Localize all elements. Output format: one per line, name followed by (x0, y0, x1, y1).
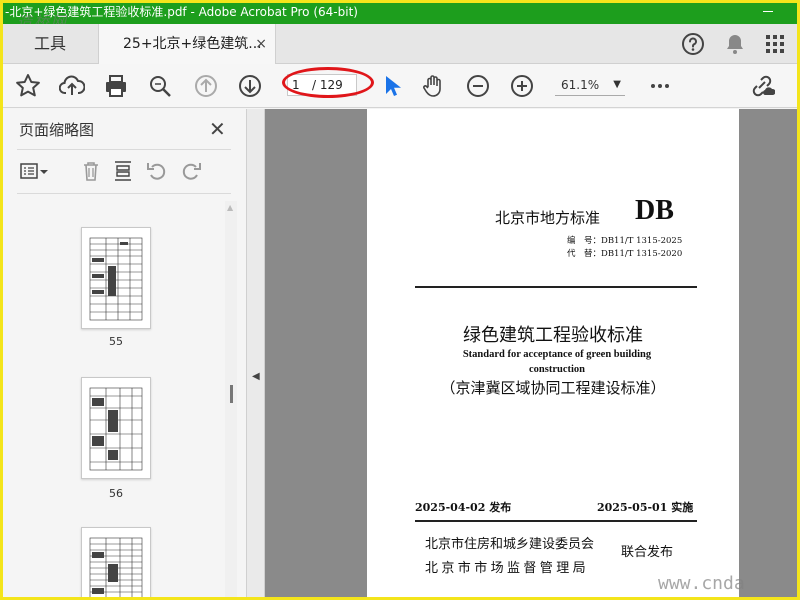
previous-page-icon[interactable] (193, 73, 219, 99)
rotate-counterclockwise-icon[interactable] (145, 159, 169, 183)
standard-authority: 北京市地方标准 (495, 209, 601, 227)
zoom-out-icon[interactable] (465, 73, 491, 99)
thumbnail-page-label: 55 (109, 335, 123, 348)
panel-collapse-bar[interactable]: ◀ (247, 109, 265, 597)
bell-icon[interactable] (723, 32, 747, 56)
joint-release: 联合发布 (621, 545, 674, 560)
page-thumbnail-57[interactable] (81, 527, 151, 597)
publisher-market: 北京市市场监督管理局 (425, 561, 590, 576)
standard-number: 编 号：DB11/T 1315-2025 (567, 236, 683, 246)
thumbnail-page-label: 56 (109, 487, 123, 500)
star-icon[interactable] (15, 73, 41, 99)
options-dropdown-icon[interactable] (37, 159, 51, 183)
scrollbar-handle[interactable] (230, 385, 233, 403)
zoom-level-value: 61.1% (561, 78, 600, 92)
collapse-left-icon[interactable]: ◀ (252, 371, 260, 382)
effective-date: 2025-05-01 实施 (597, 501, 694, 514)
title-english-line1: Standard for acceptance of green buildin… (462, 349, 652, 360)
apps-grid-icon[interactable] (763, 32, 787, 56)
tab-tools[interactable]: 工具 (3, 24, 97, 64)
pdf-page: 北京市地方标准 DB 编 号：DB11/T 1315-2025 代 替：DB11… (367, 109, 739, 597)
hand-tool-icon[interactable] (421, 73, 447, 99)
zoom-in-icon[interactable] (509, 73, 535, 99)
select-cursor-icon[interactable] (379, 73, 405, 99)
main-toolbar: 1 / 129 61.1% ▼ (3, 64, 797, 108)
document-view[interactable]: 北京市地方标准 DB 编 号：DB11/T 1315-2025 代 替：DB11… (265, 109, 797, 597)
release-date: 2025-04-02 发布 (415, 501, 512, 514)
panel-title: 页面缩略图 (19, 121, 95, 139)
title-bar: -北京+绿色建筑工程验收标准.pdf - Adobe Acrobat Pro (… (3, 3, 797, 24)
subtitle: （京津冀区域协同工程建设标准） (440, 379, 666, 397)
chevron-down-icon: ▼ (613, 79, 621, 90)
more-options-icon[interactable] (647, 73, 673, 99)
thumbnail-panel: 页面缩略图 ✕ 55 56 ▲ (3, 109, 247, 597)
insert-page-icon[interactable] (111, 159, 135, 183)
print-icon[interactable] (103, 73, 129, 99)
bottom-rule (415, 520, 697, 522)
thumbnail-list: 55 56 (17, 201, 223, 597)
page-thumbnail-55[interactable] (81, 227, 151, 329)
next-page-icon[interactable] (237, 73, 263, 99)
title-chinese: 绿色建筑工程验收标准 (463, 325, 643, 346)
title-english: Standard for acceptance of green buildin… (427, 347, 687, 377)
close-panel-icon[interactable]: ✕ (209, 117, 226, 141)
app-window: -北京+绿色建筑工程验收标准.pdf - Adobe Acrobat Pro (… (0, 0, 800, 600)
title-english-line2: construction (529, 364, 585, 375)
page-thumbnail-56[interactable] (81, 377, 151, 479)
tab-document-label: 25+北京+绿色建筑... (123, 36, 262, 52)
help-icon[interactable] (681, 32, 705, 56)
minimize-button[interactable] (763, 11, 773, 12)
close-tab-icon[interactable]: × (255, 24, 267, 64)
tab-document[interactable]: 25+北京+绿色建筑... × (98, 24, 276, 64)
watermark-url: www.cnda (658, 573, 745, 594)
annotation-ellipse (282, 67, 374, 98)
cloud-upload-icon[interactable] (59, 73, 85, 99)
standard-db-mark: DB (635, 195, 674, 226)
tab-bar: 工具 25+北京+绿色建筑... × (3, 24, 797, 64)
share-link-icon[interactable] (749, 73, 775, 99)
panel-divider (17, 193, 231, 194)
publisher-housing: 北京市住房和城乡建设委员会 (425, 537, 595, 552)
standard-code: 编 号：DB11/T 1315-2025 代 替：DB11/T 1315-202… (567, 235, 682, 261)
panel-divider (17, 149, 231, 150)
zoom-search-icon[interactable] (147, 73, 173, 99)
scroll-up-icon[interactable]: ▲ (227, 203, 233, 212)
trash-icon[interactable] (79, 159, 103, 183)
zoom-level-select[interactable]: 61.1% ▼ (555, 74, 625, 96)
top-rule (415, 286, 697, 288)
rotate-clockwise-icon[interactable] (179, 159, 203, 183)
replaced-standard: 代 替：DB11/T 1315-2020 (567, 249, 683, 259)
